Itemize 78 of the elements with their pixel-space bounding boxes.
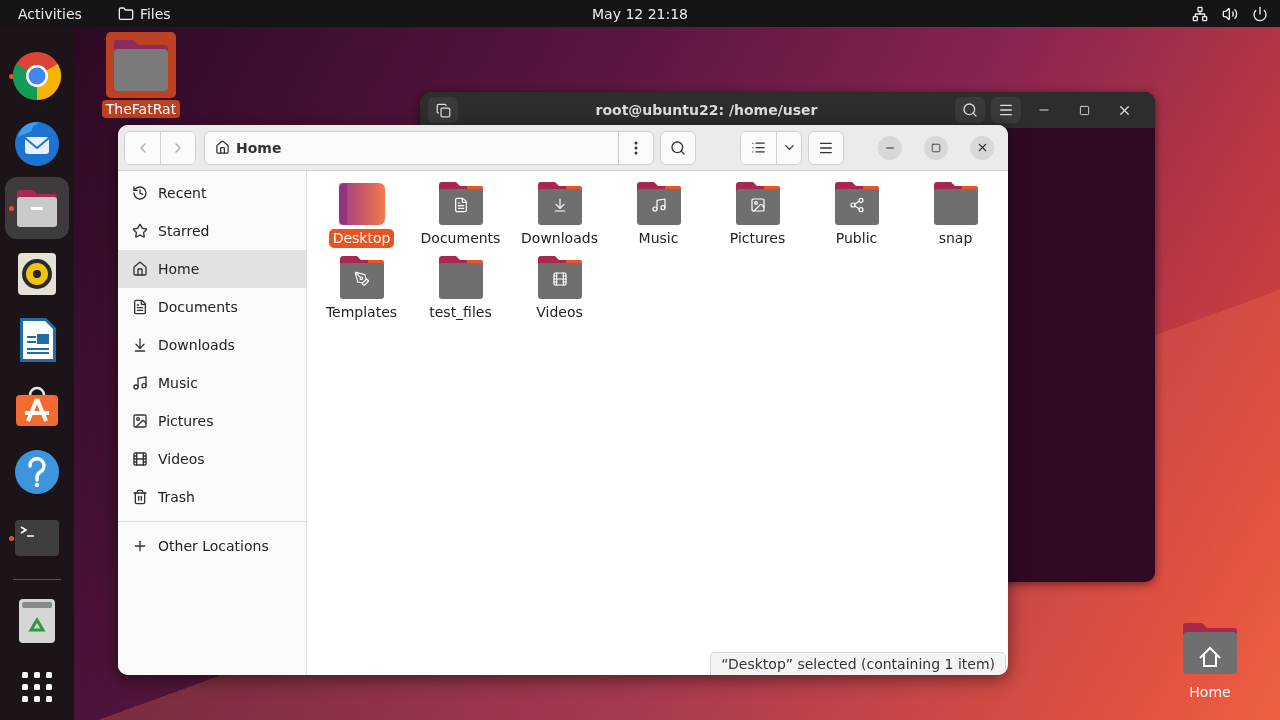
folder-name[interactable]: Videos xyxy=(532,303,587,322)
music-icon xyxy=(132,375,148,391)
sidebar-item[interactable]: Starred xyxy=(118,212,306,250)
folder-name[interactable]: Music xyxy=(634,229,683,248)
window-title: root@ubuntu22: /home/user xyxy=(594,102,819,118)
pictures-icon xyxy=(132,413,148,429)
sidebar-item[interactable]: Documents xyxy=(118,288,306,326)
speaker-icon[interactable] xyxy=(15,251,59,297)
app-menu[interactable]: Files xyxy=(139,5,171,22)
sidebar-item[interactable]: Other Locations xyxy=(118,527,306,565)
folder-icon xyxy=(436,179,485,227)
activities-button[interactable]: Activities xyxy=(18,5,82,22)
trash-icon xyxy=(132,489,148,505)
folder-name[interactable]: Downloads xyxy=(517,229,602,248)
recent-icon xyxy=(132,185,148,201)
folder-icon xyxy=(832,179,881,227)
maximize-icon xyxy=(931,142,941,153)
home-icon xyxy=(132,261,148,277)
new-tab-button[interactable] xyxy=(428,97,458,123)
starred-icon xyxy=(132,223,148,239)
videos-icon xyxy=(132,451,148,467)
menu-icon xyxy=(998,102,1014,118)
dock-button[interactable] xyxy=(5,177,69,239)
folder-icon xyxy=(931,179,980,227)
clock[interactable]: May 12 21:18 xyxy=(592,5,688,22)
help-icon[interactable] xyxy=(14,449,60,495)
sidebar-item[interactable]: Music xyxy=(118,364,306,402)
sidebar-item[interactable]: Trash xyxy=(118,478,306,516)
volume-icon[interactable] xyxy=(1222,5,1238,22)
search-button[interactable] xyxy=(660,130,696,165)
desktop-icon-label[interactable]: Home xyxy=(1185,683,1235,701)
folder-name[interactable]: Templates xyxy=(321,303,402,322)
folder-name[interactable]: Documents xyxy=(416,229,505,248)
menu-button[interactable] xyxy=(991,97,1021,123)
chrome-icon[interactable] xyxy=(12,51,62,101)
sidebar-item[interactable]: Videos xyxy=(118,440,306,478)
power-icon[interactable] xyxy=(1252,5,1268,22)
folder-name[interactable]: Desktop xyxy=(328,229,395,248)
search-icon xyxy=(670,139,686,156)
sidebar-item[interactable]: Recent xyxy=(118,174,306,212)
home-folder-icon[interactable] xyxy=(1180,620,1240,676)
search-icon xyxy=(962,102,978,118)
maximize-icon xyxy=(1078,104,1090,116)
folder-name[interactable]: Pictures xyxy=(725,229,790,248)
maximize-button[interactable] xyxy=(924,135,948,160)
documents-icon xyxy=(132,299,148,315)
running-dot xyxy=(9,536,14,541)
folder-name[interactable]: snap xyxy=(934,229,977,248)
folder-icon xyxy=(634,179,683,227)
plus-icon xyxy=(132,538,148,554)
folder-name[interactable]: Public xyxy=(831,229,882,248)
minimize-button[interactable] xyxy=(878,135,902,160)
more-icon xyxy=(634,140,638,155)
sidebar-item[interactable]: Downloads xyxy=(118,326,306,364)
running-dot xyxy=(9,74,14,79)
status-text: “Desktop” selected (containing 1 item) xyxy=(710,652,1006,675)
running-dot xyxy=(9,206,14,211)
menu-button[interactable] xyxy=(808,130,844,165)
sidebar-item[interactable]: Home xyxy=(118,250,306,288)
list-icon xyxy=(751,140,766,155)
recycle-bin-icon[interactable] xyxy=(18,598,56,644)
terminal-icon[interactable] xyxy=(14,519,60,557)
desktop-icon-label[interactable]: TheFatRat xyxy=(101,100,181,118)
sidebar-item[interactable]: Pictures xyxy=(118,402,306,440)
new-tab-icon xyxy=(435,102,451,118)
folder-name[interactable]: test_files xyxy=(425,303,496,322)
home-icon xyxy=(215,140,230,155)
folder-icon xyxy=(733,179,782,227)
network-icon[interactable] xyxy=(1192,5,1208,22)
folder-icon xyxy=(535,179,584,227)
folder-icon xyxy=(337,253,386,301)
folder-icon xyxy=(436,253,485,301)
folder-icon xyxy=(117,5,134,22)
app-grid-icon[interactable] xyxy=(20,670,54,704)
folder-icon xyxy=(535,253,584,301)
close-button[interactable] xyxy=(970,135,994,160)
search-button[interactable] xyxy=(955,97,985,123)
downloads-icon xyxy=(132,337,148,353)
